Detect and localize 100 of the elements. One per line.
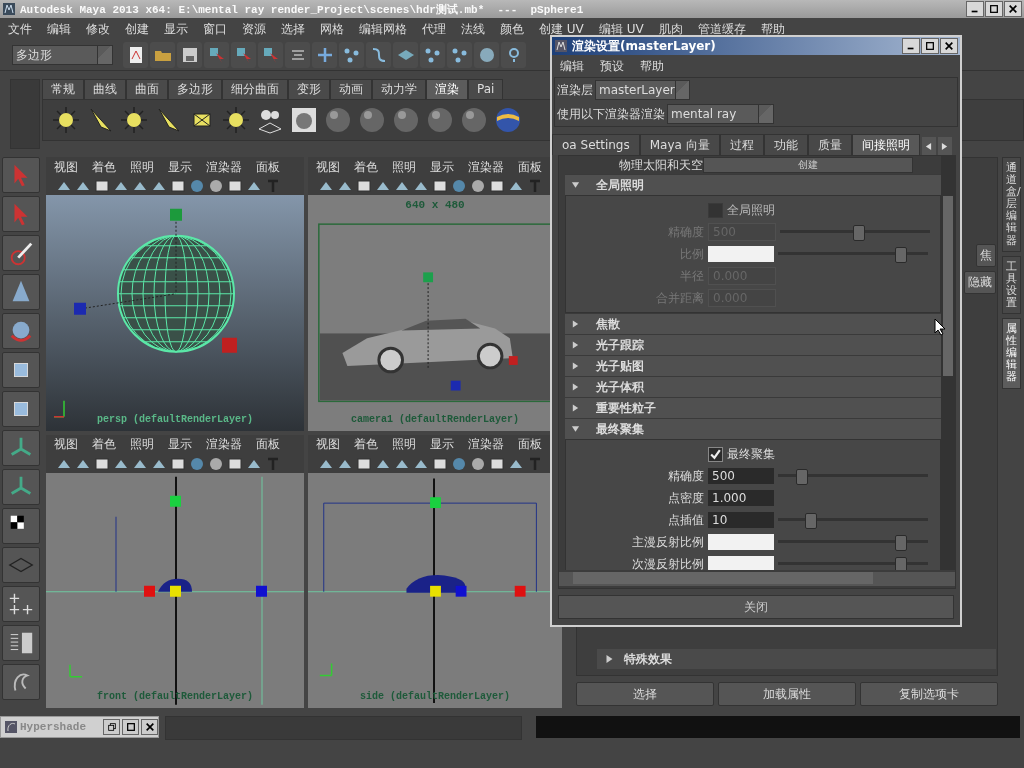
maya-logo-icon[interactable]: [2, 664, 40, 700]
circle-icon[interactable]: [470, 455, 486, 472]
panel-menu[interactable]: 显示: [430, 436, 454, 453]
select-icon[interactable]: [204, 42, 229, 68]
panel-menu[interactable]: 视图: [54, 436, 78, 453]
folder-icon[interactable]: [150, 42, 175, 68]
sphere-icon[interactable]: [425, 105, 455, 135]
cube-frame-icon[interactable]: [2, 391, 40, 427]
section-header[interactable]: 光子体积: [565, 376, 941, 397]
section-header[interactable]: 最终聚集: [565, 418, 941, 439]
menu-item[interactable]: 法线: [461, 20, 485, 38]
panel-menu[interactable]: 着色: [92, 158, 116, 176]
menu-item[interactable]: 编辑: [560, 57, 584, 75]
renderer-dropdown[interactable]: mental ray: [667, 104, 774, 124]
circle-icon[interactable]: [208, 178, 224, 194]
checker-icon[interactable]: [2, 508, 40, 544]
slider-thumb[interactable]: [804, 513, 817, 529]
menu-item[interactable]: 编辑 UV: [598, 20, 644, 38]
circle-icon[interactable]: [470, 178, 486, 194]
section-header[interactable]: 光子贴图: [565, 355, 941, 376]
panel-menu[interactable]: 视图: [316, 436, 340, 453]
panel-menu[interactable]: 显示: [430, 158, 454, 176]
panel-menu[interactable]: 渲染器: [206, 158, 242, 176]
section-header[interactable]: 光子跟踪: [565, 334, 941, 355]
menu-item[interactable]: 肌肉: [658, 20, 683, 38]
close-button[interactable]: [940, 38, 958, 54]
layout-icon[interactable]: [2, 586, 40, 622]
menu-item[interactable]: 帮助: [640, 57, 664, 75]
plus-icon[interactable]: [312, 42, 337, 68]
document-icon[interactable]: [123, 42, 148, 68]
panel-menu[interactable]: 面板: [518, 158, 542, 176]
settings-tab[interactable]: 功能: [763, 134, 808, 155]
side-tab[interactable]: 工具设置: [1002, 255, 1021, 315]
sphere-icon[interactable]: [323, 105, 353, 135]
panel-menu[interactable]: 照明: [392, 436, 416, 453]
section-header[interactable]: 重要性粒子: [565, 397, 941, 418]
menu-item[interactable]: 管道缓存: [697, 20, 746, 38]
circle-icon[interactable]: [208, 455, 224, 472]
panel-button[interactable]: 选择: [576, 682, 714, 706]
cone-icon[interactable]: [2, 274, 40, 310]
panel-button[interactable]: 隐藏: [964, 271, 996, 294]
restore-button[interactable]: [103, 719, 120, 735]
shelf-tab[interactable]: 动画: [330, 79, 372, 99]
menu-item[interactable]: 帮助: [760, 20, 785, 38]
menu-item[interactable]: 颜色: [500, 20, 524, 38]
color-swatch[interactable]: [708, 556, 774, 570]
paint-brush-icon[interactable]: [2, 235, 40, 271]
settings-tab[interactable]: 过程: [719, 134, 764, 155]
shelf-tab[interactable]: 动力学: [372, 79, 426, 99]
menu-item[interactable]: 选择: [281, 20, 305, 38]
vertical-scrollbar[interactable]: [941, 156, 955, 570]
maximize-button[interactable]: [985, 1, 1003, 17]
horizontal-scrollbar[interactable]: [559, 572, 955, 586]
shelf-tab[interactable]: 变形: [288, 79, 330, 99]
panel-button[interactable]: 焦: [976, 244, 996, 267]
settings-tab[interactable]: 间接照明: [851, 134, 920, 155]
panel-menu[interactable]: 着色: [354, 158, 378, 176]
panel-menu[interactable]: 照明: [392, 158, 416, 176]
panel-menu[interactable]: 渲染器: [468, 436, 504, 453]
tab-scroll-right-icon[interactable]: [937, 137, 952, 155]
shelf-tab[interactable]: 常规: [42, 79, 84, 99]
side-tab[interactable]: 属性编辑器: [1002, 318, 1021, 389]
menu-item[interactable]: 显示: [164, 20, 188, 38]
panel-menu[interactable]: 面板: [518, 436, 542, 453]
points-icon[interactable]: [447, 42, 472, 68]
panel-menu[interactable]: 视图: [54, 158, 78, 176]
minimize-button[interactable]: [902, 38, 920, 54]
select-icon[interactable]: [231, 42, 256, 68]
tab-scroll-left-icon[interactable]: [921, 137, 936, 155]
striped-ball-icon[interactable]: [493, 105, 523, 135]
settings-tab[interactable]: oa Settings: [552, 134, 640, 155]
points-icon[interactable]: [420, 42, 445, 68]
color-swatch[interactable]: [708, 534, 774, 550]
menu-item[interactable]: 代理: [422, 20, 446, 38]
outliner-icon[interactable]: [2, 625, 40, 661]
section-header[interactable]: 全局照明: [565, 174, 941, 195]
menu-item[interactable]: 网格: [320, 20, 344, 38]
render-layer-dropdown[interactable]: masterLayer: [595, 80, 690, 100]
shelf-tab[interactable]: Pai: [468, 79, 504, 99]
cube-icon[interactable]: [2, 352, 40, 388]
color-swatch[interactable]: [708, 246, 774, 262]
settings-tab[interactable]: Maya 向量: [639, 134, 720, 155]
render-view-icon[interactable]: [289, 105, 319, 135]
section-header[interactable]: 特殊效果: [597, 649, 996, 669]
panel-menu[interactable]: 着色: [354, 436, 378, 453]
save-icon[interactable]: [177, 42, 202, 68]
slider-thumb[interactable]: [894, 557, 907, 570]
slider-thumb[interactable]: [795, 469, 808, 485]
checkbox[interactable]: [708, 446, 723, 462]
panel-menu[interactable]: 照明: [130, 158, 154, 176]
axis-icon[interactable]: [2, 469, 40, 505]
shelf-tab[interactable]: 细分曲面: [222, 79, 288, 99]
close-button[interactable]: 关闭: [558, 595, 954, 619]
shelf-tab[interactable]: 多边形: [168, 79, 222, 99]
close-button[interactable]: [1004, 1, 1022, 17]
maximize-button[interactable]: [921, 38, 939, 54]
menu-item[interactable]: 修改: [86, 20, 110, 38]
menu-item[interactable]: 编辑: [47, 20, 71, 38]
curve-icon[interactable]: [366, 42, 391, 68]
close-button[interactable]: [141, 719, 158, 735]
